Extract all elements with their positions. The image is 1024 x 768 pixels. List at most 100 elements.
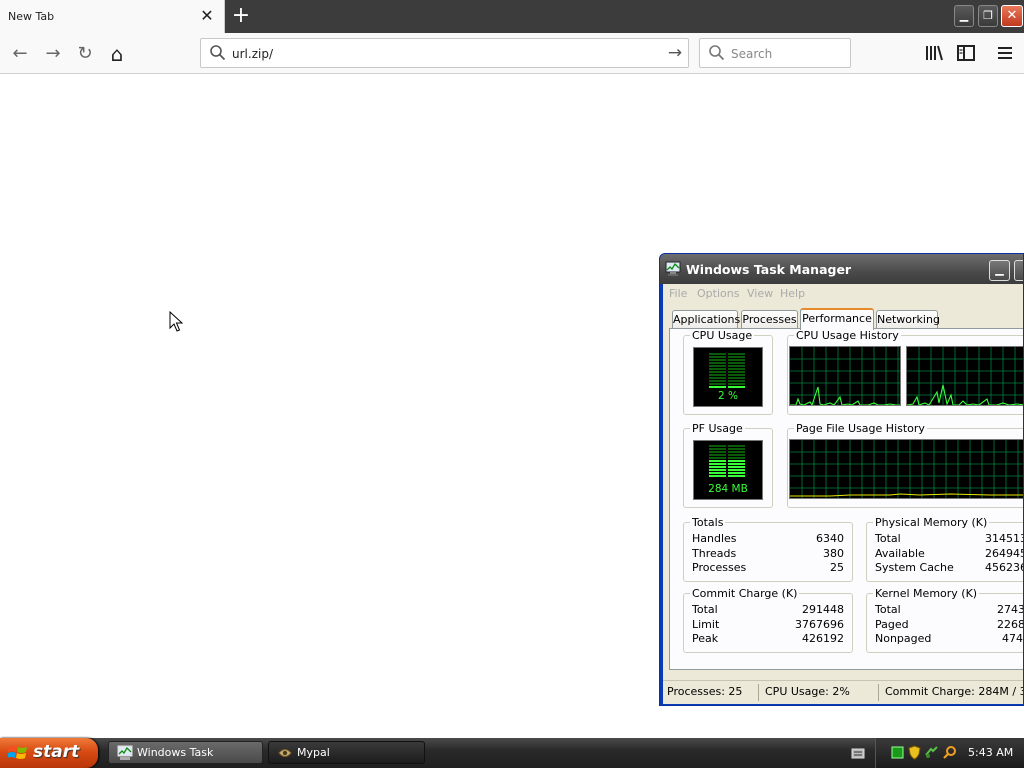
start-label: start bbox=[33, 742, 80, 762]
cpu-meter-segment bbox=[709, 362, 726, 364]
url-input[interactable] bbox=[232, 47, 652, 61]
reload-button[interactable]: ↻ bbox=[73, 42, 97, 66]
stat-value: 426192 bbox=[802, 632, 844, 645]
safely-remove-icon[interactable] bbox=[924, 745, 939, 760]
commit-charge-group: Commit Charge (K) Total 291448 Limit 376… bbox=[683, 587, 853, 653]
cpu-meter-segment bbox=[709, 380, 726, 382]
task-manager-body: File Options View Help Applications Proc… bbox=[663, 284, 1023, 704]
url-bar[interactable]: → bbox=[200, 38, 689, 68]
go-arrow-icon[interactable]: → bbox=[664, 43, 686, 63]
pf-meter-bars bbox=[709, 445, 745, 477]
stat-label: Available bbox=[875, 547, 925, 560]
stat-label: Threads bbox=[692, 547, 737, 560]
stat-label: Total bbox=[875, 603, 901, 616]
sidebar-icon[interactable] bbox=[956, 44, 976, 62]
cpu-meter-bars bbox=[709, 353, 745, 388]
cpu-history-group: CPU Usage History bbox=[787, 329, 1023, 415]
task-manager-title-bar[interactable]: Windows Task Manager ▁ bbox=[660, 254, 1023, 284]
taskbar-item-mypal[interactable]: Mypal bbox=[268, 741, 425, 764]
cpu-meter-segment bbox=[709, 368, 726, 370]
window-restore-button[interactable]: ❐ bbox=[978, 5, 998, 27]
stat-value: 27432 bbox=[997, 603, 1023, 616]
menu-options[interactable]: Options bbox=[697, 287, 739, 300]
cpu-meter-segment bbox=[709, 377, 726, 379]
tab-processes[interactable]: Processes bbox=[741, 310, 798, 329]
taskmanager-icon bbox=[665, 261, 681, 276]
task-manager-menu-bar: File Options View Help bbox=[663, 284, 1023, 302]
tab-networking[interactable]: Networking bbox=[876, 310, 940, 329]
menu-icon[interactable] bbox=[996, 44, 1014, 62]
stat-value: 4748 bbox=[1002, 632, 1023, 645]
cpu-meter-segment bbox=[728, 380, 745, 382]
start-button[interactable]: start bbox=[0, 738, 98, 768]
performance-panel: CPU Usage 2 % CPU Usage History PF Usage… bbox=[669, 328, 1023, 670]
window-minimize-button[interactable]: ▁ bbox=[954, 5, 974, 27]
cpu-meter-segment bbox=[709, 353, 726, 355]
cpu-meter-segment bbox=[728, 365, 745, 367]
cpu-meter-segment bbox=[709, 374, 726, 376]
stat-value: 3145132 bbox=[985, 532, 1023, 545]
pf-usage-label: PF Usage bbox=[690, 422, 745, 435]
pf-history-graph bbox=[789, 439, 1023, 499]
cpu-meter-segment bbox=[728, 362, 745, 364]
search-icon bbox=[210, 45, 226, 61]
cpu-meter-segment bbox=[728, 383, 745, 385]
search-icon[interactable] bbox=[942, 745, 957, 760]
kernel-memory-label: Kernel Memory (K) bbox=[873, 587, 980, 600]
tab-strip: New Tab ✕ + ▁ ❐ ✕ bbox=[0, 0, 1024, 33]
stat-value: 2649456 bbox=[985, 547, 1023, 560]
tab-performance[interactable]: Performance bbox=[800, 308, 874, 330]
tab-close-icon[interactable]: ✕ bbox=[199, 8, 215, 24]
cpu-meter-segment bbox=[709, 383, 726, 385]
tab-applications[interactable]: Applications bbox=[672, 310, 740, 329]
window-close-button[interactable]: ✕ bbox=[1001, 5, 1023, 27]
security-shield-icon[interactable] bbox=[907, 745, 922, 760]
library-icon[interactable] bbox=[924, 44, 944, 62]
taskbar-item-task-manager[interactable]: Windows Task Manager bbox=[108, 741, 263, 768]
back-button[interactable]: ← bbox=[8, 42, 32, 66]
navigation-toolbar: ← → ↻ ⌂ → Search bbox=[0, 33, 1024, 74]
search-bar[interactable]: Search bbox=[699, 38, 851, 68]
tab-new-tab[interactable]: New Tab ✕ bbox=[0, 0, 225, 33]
menu-view[interactable]: View bbox=[747, 287, 773, 300]
network-icon[interactable] bbox=[890, 745, 905, 760]
cpu-history-graph-2 bbox=[906, 346, 1023, 406]
cpu-meter-segment bbox=[709, 365, 726, 367]
stat-label: Total bbox=[875, 532, 901, 545]
task-manager-title: Windows Task Manager bbox=[686, 262, 852, 277]
stat-label: Processes bbox=[692, 561, 747, 574]
stat-label: Paged bbox=[875, 618, 909, 631]
menu-file[interactable]: File bbox=[669, 287, 687, 300]
task-manager-maximize-button[interactable] bbox=[1014, 260, 1023, 281]
cpu-meter-segment bbox=[728, 359, 745, 361]
kernel-memory-group: Kernel Memory (K) Total 27432 Paged 2268… bbox=[866, 587, 1023, 653]
cpu-usage-label: CPU Usage bbox=[690, 329, 755, 342]
pf-usage-group: PF Usage 284 MB bbox=[683, 422, 773, 508]
commit-charge-label: Commit Charge (K) bbox=[690, 587, 800, 600]
tab-title: New Tab bbox=[8, 10, 55, 23]
taskbar-item-label: Windows Task Manager bbox=[137, 746, 214, 768]
search-input[interactable]: Search bbox=[731, 47, 772, 61]
new-tab-button[interactable]: + bbox=[230, 4, 252, 28]
windows-taskbar: start Windows Task Manager Mypal bbox=[0, 738, 1024, 768]
physical-memory-group: Physical Memory (K) Total 3145132 Availa… bbox=[866, 516, 1023, 582]
status-processes: Processes: 25 bbox=[665, 684, 759, 701]
home-button[interactable]: ⌂ bbox=[105, 42, 129, 66]
pf-usage-value: 284 MB bbox=[708, 483, 748, 495]
stat-value: 6340 bbox=[816, 532, 844, 545]
stat-value: 22684 bbox=[997, 618, 1023, 631]
forward-button[interactable]: → bbox=[41, 42, 65, 66]
cpu-meter-segment bbox=[709, 356, 726, 358]
cpu-meter-segment bbox=[728, 374, 745, 376]
taskbar-item-label: Mypal bbox=[297, 746, 330, 759]
cpu-usage-group: CPU Usage 2 % bbox=[683, 329, 773, 415]
task-manager-minimize-button[interactable]: ▁ bbox=[989, 260, 1010, 281]
task-manager-tabs: Applications Processes Performance Netwo… bbox=[671, 308, 1023, 330]
cpu-meter-segment bbox=[728, 356, 745, 358]
status-cpu-usage: CPU Usage: 2% bbox=[763, 684, 879, 701]
menu-help[interactable]: Help bbox=[780, 287, 805, 300]
status-commit-charge: Commit Charge: 284M / 3679M bbox=[885, 685, 1023, 698]
keyboard-icon[interactable] bbox=[851, 747, 865, 760]
system-clock: 5:43 AM bbox=[968, 746, 1014, 759]
cpu-meter-segment bbox=[709, 386, 726, 388]
